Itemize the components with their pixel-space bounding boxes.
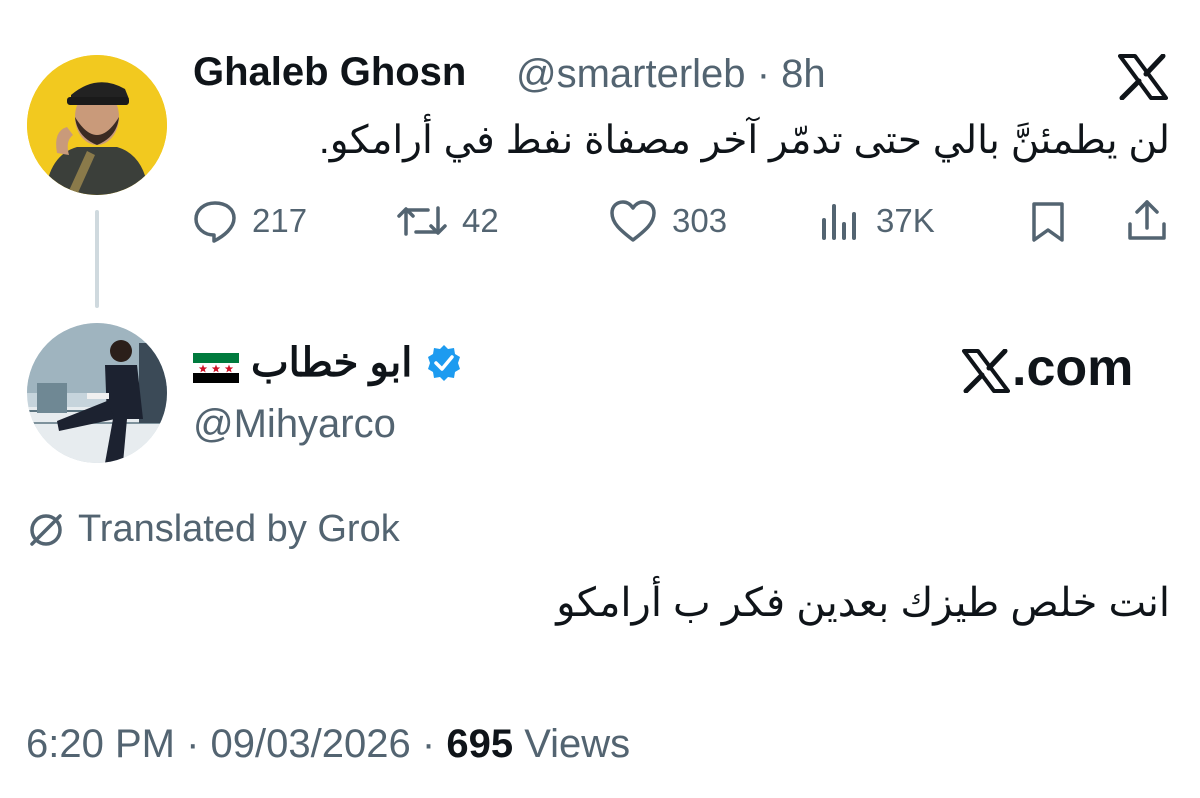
like-button[interactable]: 303 [608, 198, 727, 244]
share-icon [1128, 200, 1166, 240]
reply-count: 217 [252, 202, 308, 239]
bookmark-icon [1032, 202, 1064, 242]
bookmark-button[interactable] [1026, 200, 1070, 249]
thread-connector-line [95, 210, 99, 308]
repost-count: 42 [462, 202, 499, 239]
author-name[interactable]: Ghaleb Ghosn [193, 50, 466, 95]
time-ago[interactable]: 8h [781, 52, 826, 96]
translated-by-grok[interactable]: Translated by Grok [26, 508, 400, 551]
share-button[interactable] [1124, 198, 1170, 249]
like-count: 303 [672, 202, 728, 239]
avatar-ghaleb-ghosn[interactable] [27, 55, 167, 195]
x-logo-icon [962, 346, 1010, 394]
author-handle-time: @smarterleb · 8h [516, 52, 826, 97]
repost-icon [397, 206, 447, 236]
separator-dot: · [756, 52, 771, 96]
reply-author-row: ابو خطاب [193, 340, 464, 386]
avatar-mihyarco[interactable] [27, 323, 167, 463]
view-count: 37K [876, 202, 935, 239]
reply-text: انت خلص طيزك بعدين فكر ب أرامكو [556, 581, 1170, 625]
separator-dot: · [186, 722, 200, 766]
views-button[interactable]: 37K [818, 198, 935, 244]
grok-icon [30, 513, 62, 546]
tweet-meta: 6:20 PM · 09/03/2026 · 695 Views [26, 722, 630, 767]
heart-icon [610, 200, 656, 242]
x-logo-icon[interactable] [1118, 53, 1168, 101]
avatar-photo-icon [27, 55, 167, 195]
reply-button[interactable]: 217 [192, 198, 307, 244]
separator-dot: · [421, 722, 436, 766]
reply-author-name[interactable]: ابو خطاب [251, 340, 412, 386]
views-label: Views [524, 722, 631, 766]
x-com-label: .com [962, 338, 1133, 398]
reply-author-handle[interactable]: @Mihyarco [193, 402, 396, 447]
analytics-icon [822, 204, 856, 240]
translated-label: Translated by Grok [78, 508, 400, 550]
views-count: 695 [446, 722, 514, 766]
tweet-text: لن يطمئنَّ بالي حتى تدمّر آخر مصفاة نفط … [318, 119, 1170, 162]
syria-flag-icon [193, 348, 239, 383]
reply-icon [194, 201, 236, 243]
tweet-time[interactable]: 6:20 PM [26, 722, 175, 766]
tweet-date[interactable]: 09/03/2026 [211, 722, 411, 766]
author-handle[interactable]: @smarterleb [516, 52, 746, 96]
x-com-domain: .com [1012, 339, 1134, 397]
verified-badge-icon [424, 343, 464, 383]
repost-button[interactable]: 42 [396, 198, 499, 244]
avatar-photo-icon [27, 323, 167, 463]
